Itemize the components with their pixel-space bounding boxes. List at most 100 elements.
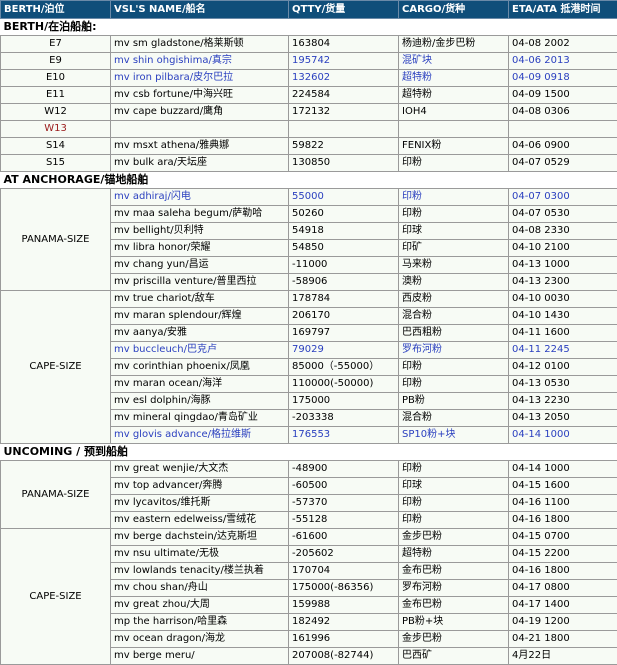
cargo-cell[interactable]: 印粉 bbox=[399, 512, 509, 529]
eta-cell[interactable]: 04-17 1400 bbox=[509, 597, 617, 614]
vessel-name-cell[interactable]: mv eastern edelweiss/雪绒花 bbox=[111, 512, 289, 529]
quantity-cell[interactable]: 85000（-55000） bbox=[289, 359, 399, 376]
eta-cell[interactable]: 04-07 0300 bbox=[509, 189, 617, 206]
cargo-cell[interactable]: PB粉 bbox=[399, 393, 509, 410]
cargo-cell[interactable]: 印矿 bbox=[399, 240, 509, 257]
quantity-cell[interactable]: 159988 bbox=[289, 597, 399, 614]
size-group-label[interactable]: CAPE-SIZE bbox=[1, 529, 111, 665]
header-vsl-name[interactable]: VSL'S NAME/船名 bbox=[111, 1, 289, 19]
vessel-name-cell[interactable]: mv buccleuch/巴克卢 bbox=[111, 342, 289, 359]
size-group-label[interactable]: PANAMA-SIZE bbox=[1, 189, 111, 291]
vessel-name-cell[interactable]: mv berge meru/ bbox=[111, 648, 289, 665]
vessel-name-cell[interactable]: mv top advancer/奔腾 bbox=[111, 478, 289, 495]
header-eta[interactable]: ETA/ATA 抵港时间 bbox=[509, 1, 617, 19]
vessel-name-cell[interactable]: mv nsu ultimate/无极 bbox=[111, 546, 289, 563]
vessel-name-cell[interactable]: mv bulk ara/天坛座 bbox=[111, 155, 289, 172]
berth-cell[interactable]: S15 bbox=[1, 155, 111, 172]
quantity-cell[interactable]: 163804 bbox=[289, 36, 399, 53]
cargo-cell[interactable]: 金步巴粉 bbox=[399, 631, 509, 648]
quantity-cell[interactable]: -61600 bbox=[289, 529, 399, 546]
cargo-cell[interactable]: 巴西矿 bbox=[399, 648, 509, 665]
vessel-name-cell[interactable] bbox=[111, 121, 289, 138]
quantity-cell[interactable]: 182492 bbox=[289, 614, 399, 631]
vessel-name-cell[interactable]: mv corinthian phoenix/凤凰 bbox=[111, 359, 289, 376]
quantity-cell[interactable]: 195742 bbox=[289, 53, 399, 70]
quantity-cell[interactable]: 161996 bbox=[289, 631, 399, 648]
vessel-name-cell[interactable]: mv maa saleha begum/萨勒哈 bbox=[111, 206, 289, 223]
eta-cell[interactable]: 04-17 0800 bbox=[509, 580, 617, 597]
cargo-cell[interactable]: 混合粉 bbox=[399, 308, 509, 325]
quantity-cell[interactable]: 54918 bbox=[289, 223, 399, 240]
berth-cell[interactable]: W13 bbox=[1, 121, 111, 138]
eta-cell[interactable]: 04-15 0700 bbox=[509, 529, 617, 546]
cargo-cell[interactable]: 超特粉 bbox=[399, 546, 509, 563]
eta-cell[interactable]: 04-15 1600 bbox=[509, 478, 617, 495]
eta-cell[interactable]: 04-16 1100 bbox=[509, 495, 617, 512]
eta-cell[interactable]: 04-10 1430 bbox=[509, 308, 617, 325]
quantity-cell[interactable]: 59822 bbox=[289, 138, 399, 155]
quantity-cell[interactable]: -57370 bbox=[289, 495, 399, 512]
quantity-cell[interactable]: -11000 bbox=[289, 257, 399, 274]
quantity-cell[interactable]: 54850 bbox=[289, 240, 399, 257]
cargo-cell[interactable]: 金布巴粉 bbox=[399, 563, 509, 580]
cargo-cell[interactable]: 印粉 bbox=[399, 359, 509, 376]
eta-cell[interactable]: 04-06 0900 bbox=[509, 138, 617, 155]
header-berth[interactable]: BERTH/泊位 bbox=[1, 1, 111, 19]
eta-cell[interactable]: 4月22日 bbox=[509, 648, 617, 665]
eta-cell[interactable]: 04-07 0529 bbox=[509, 155, 617, 172]
cargo-cell[interactable]: 西皮粉 bbox=[399, 291, 509, 308]
eta-cell[interactable]: 04-19 1200 bbox=[509, 614, 617, 631]
header-cargo[interactable]: CARGO/货种 bbox=[399, 1, 509, 19]
cargo-cell[interactable]: 杨迪粉/金步巴粉 bbox=[399, 36, 509, 53]
berth-cell[interactable]: E10 bbox=[1, 70, 111, 87]
eta-cell[interactable]: 04-08 0306 bbox=[509, 104, 617, 121]
quantity-cell[interactable]: 79029 bbox=[289, 342, 399, 359]
cargo-cell[interactable]: 金布巴粉 bbox=[399, 597, 509, 614]
vessel-name-cell[interactable]: mv maran splendour/辉煌 bbox=[111, 308, 289, 325]
vessel-name-cell[interactable]: mv iron pilbara/皮尔巴拉 bbox=[111, 70, 289, 87]
quantity-cell[interactable]: 50260 bbox=[289, 206, 399, 223]
eta-cell[interactable]: 04-13 1000 bbox=[509, 257, 617, 274]
vessel-name-cell[interactable]: mv esl dolphin/海豚 bbox=[111, 393, 289, 410]
vessel-name-cell[interactable]: mv great wenjie/大文杰 bbox=[111, 461, 289, 478]
vessel-name-cell[interactable]: mv mineral qingdao/青岛矿业 bbox=[111, 410, 289, 427]
vessel-name-cell[interactable]: mv glovis advance/格拉维斯 bbox=[111, 427, 289, 444]
quantity-cell[interactable]: -205602 bbox=[289, 546, 399, 563]
quantity-cell[interactable]: 175000 bbox=[289, 393, 399, 410]
vessel-name-cell[interactable]: mp the harrison/哈里森 bbox=[111, 614, 289, 631]
vessel-name-cell[interactable]: mv shin ohgishima/真宗 bbox=[111, 53, 289, 70]
berth-cell[interactable]: E11 bbox=[1, 87, 111, 104]
cargo-cell[interactable]: 印粉 bbox=[399, 155, 509, 172]
cargo-cell[interactable]: PB粉+块 bbox=[399, 614, 509, 631]
cargo-cell[interactable] bbox=[399, 121, 509, 138]
quantity-cell[interactable]: 130850 bbox=[289, 155, 399, 172]
eta-cell[interactable]: 04-10 0030 bbox=[509, 291, 617, 308]
eta-cell[interactable]: 04-08 2002 bbox=[509, 36, 617, 53]
vessel-name-cell[interactable]: mv true chariot/敌车 bbox=[111, 291, 289, 308]
eta-cell[interactable]: 04-11 1600 bbox=[509, 325, 617, 342]
cargo-cell[interactable]: 混合粉 bbox=[399, 410, 509, 427]
berth-cell[interactable]: S14 bbox=[1, 138, 111, 155]
eta-cell[interactable]: 04-09 1500 bbox=[509, 87, 617, 104]
cargo-cell[interactable]: 金步巴粉 bbox=[399, 529, 509, 546]
cargo-cell[interactable]: IOH4 bbox=[399, 104, 509, 121]
cargo-cell[interactable]: 混矿块 bbox=[399, 53, 509, 70]
vessel-name-cell[interactable]: mv aanya/安雅 bbox=[111, 325, 289, 342]
quantity-cell[interactable]: 132602 bbox=[289, 70, 399, 87]
quantity-cell[interactable]: 206170 bbox=[289, 308, 399, 325]
eta-cell[interactable]: 04-13 2050 bbox=[509, 410, 617, 427]
vessel-name-cell[interactable]: mv lycavitos/维托斯 bbox=[111, 495, 289, 512]
eta-cell[interactable]: 04-11 2245 bbox=[509, 342, 617, 359]
quantity-cell[interactable]: 110000(-50000) bbox=[289, 376, 399, 393]
vessel-name-cell[interactable]: mv cape buzzard/鹰角 bbox=[111, 104, 289, 121]
section-berth-title[interactable]: BERTH/在泊船舶: bbox=[1, 19, 617, 36]
cargo-cell[interactable]: 澳粉 bbox=[399, 274, 509, 291]
quantity-cell[interactable] bbox=[289, 121, 399, 138]
vessel-name-cell[interactable]: mv lowlands tenacity/楼兰执着 bbox=[111, 563, 289, 580]
quantity-cell[interactable]: 224584 bbox=[289, 87, 399, 104]
cargo-cell[interactable]: 罗布河粉 bbox=[399, 580, 509, 597]
vessel-name-cell[interactable]: mv sm gladstone/格莱斯顿 bbox=[111, 36, 289, 53]
quantity-cell[interactable]: -58906 bbox=[289, 274, 399, 291]
header-qtty[interactable]: QTTY/货量 bbox=[289, 1, 399, 19]
vessel-name-cell[interactable]: mv ocean dragon/海龙 bbox=[111, 631, 289, 648]
